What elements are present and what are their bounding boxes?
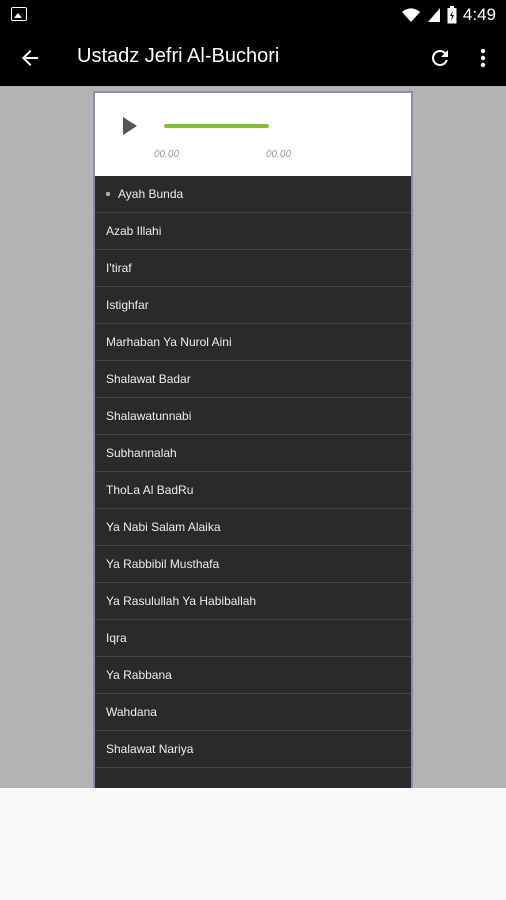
image-icon	[11, 7, 27, 21]
list-item[interactable]: Shalawatunnabi	[95, 398, 411, 435]
list-item[interactable]: Ya Rabbibil Musthafa	[95, 546, 411, 583]
battery-icon	[447, 6, 457, 24]
list-item[interactable]: Ya Rabbana	[95, 657, 411, 694]
track-label: Ya Nabi Salam Alaika	[106, 520, 221, 534]
bottom-area	[0, 788, 506, 900]
app-bar: Ustadz Jefri Al-Buchori	[0, 30, 506, 86]
track-list: Ayah Bunda Azab Illahi I'tiraf Istighfar…	[95, 176, 411, 768]
track-label: Subhannalah	[106, 446, 177, 460]
track-label: Ya Rabbana	[106, 668, 172, 682]
arrow-left-icon[interactable]	[18, 46, 42, 70]
refresh-icon[interactable]	[428, 46, 452, 70]
list-item[interactable]: Azab Illahi	[95, 213, 411, 250]
track-label: ThoLa Al BadRu	[106, 483, 194, 497]
track-label: Shalawatunnabi	[106, 409, 192, 423]
list-item[interactable]: Iqra	[95, 620, 411, 657]
content-area: 00.00 00.00 Ayah Bunda Azab Illahi I'tir…	[0, 86, 506, 789]
play-icon[interactable]	[123, 117, 137, 135]
list-item[interactable]: Ayah Bunda	[95, 176, 411, 213]
list-item[interactable]: Wahdana	[95, 694, 411, 731]
list-item[interactable]: ThoLa Al BadRu	[95, 472, 411, 509]
list-item[interactable]: I'tiraf	[95, 250, 411, 287]
list-item[interactable]: Subhannalah	[95, 435, 411, 472]
status-icons: 4:49	[401, 4, 496, 26]
list-item[interactable]: Ya Rasulullah Ya Habiballah	[95, 583, 411, 620]
more-vertical-icon[interactable]	[474, 46, 492, 70]
list-item[interactable]: Shalawat Nariya	[95, 731, 411, 768]
current-time: 00.00	[154, 149, 180, 160]
signal-icon	[427, 8, 440, 22]
track-label: Shalawat Nariya	[106, 742, 194, 756]
track-label: Shalawat Badar	[106, 372, 191, 386]
list-item[interactable]: Marhaban Ya Nurol Aini	[95, 324, 411, 361]
status-bar: 4:49	[0, 0, 506, 30]
track-label: Wahdana	[106, 705, 157, 719]
list-item[interactable]: Shalawat Badar	[95, 361, 411, 398]
track-label: Marhaban Ya Nurol Aini	[106, 335, 232, 349]
status-time: 4:49	[462, 5, 496, 24]
track-label: Ya Rabbibil Musthafa	[106, 557, 220, 571]
duration-time: 00.00	[266, 149, 292, 160]
page-title: Ustadz Jefri Al-Buchori	[77, 45, 280, 67]
track-label: Azab Illahi	[106, 224, 162, 238]
now-playing-icon	[106, 192, 110, 196]
track-label: Istighfar	[106, 298, 149, 312]
audio-player: 00.00 00.00	[95, 93, 411, 176]
playlist-panel: 00.00 00.00 Ayah Bunda Azab Illahi I'tir…	[95, 93, 411, 789]
track-label: I'tiraf	[106, 261, 132, 275]
list-item[interactable]: Ya Nabi Salam Alaika	[95, 509, 411, 546]
track-label: Ya Rasulullah Ya Habiballah	[106, 594, 257, 608]
track-label: Iqra	[106, 631, 127, 645]
progress-bar[interactable]	[164, 124, 269, 128]
list-item[interactable]: Istighfar	[95, 287, 411, 324]
track-label: Ayah Bunda	[118, 187, 184, 201]
wifi-icon	[401, 8, 420, 22]
